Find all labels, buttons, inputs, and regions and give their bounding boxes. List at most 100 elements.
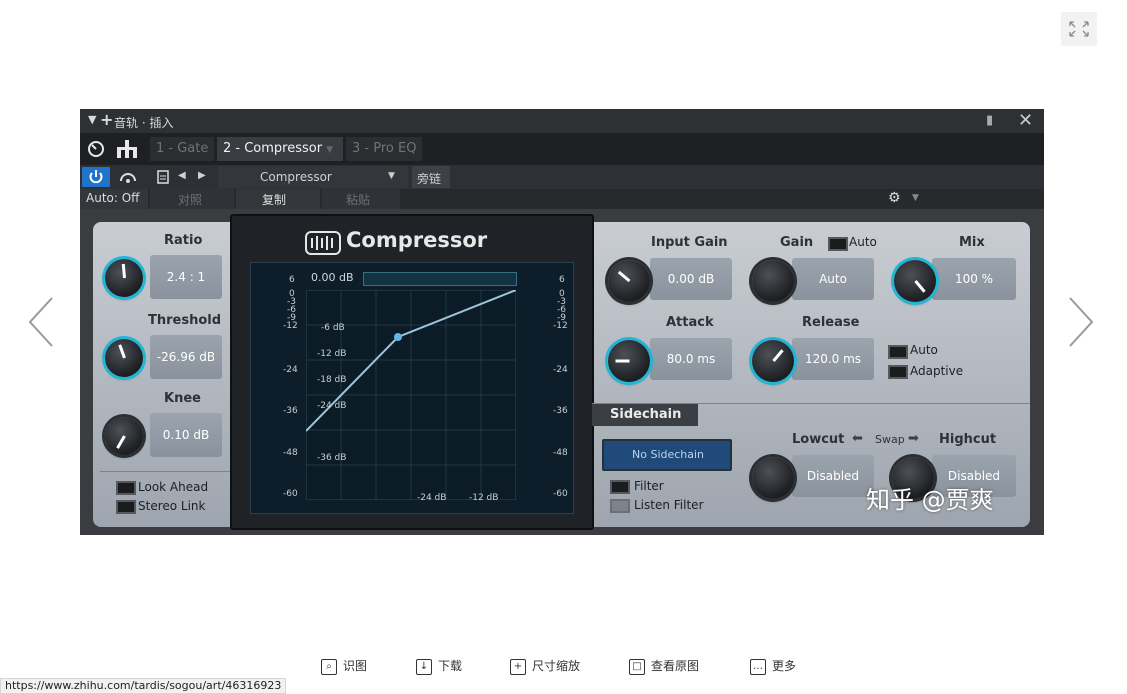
gain-auto-led[interactable] — [828, 237, 848, 251]
listen-filter-label: Listen Filter — [634, 498, 704, 512]
knee-label: Knee — [164, 391, 201, 406]
tab-compressor-label: 2 - Compressor — [223, 141, 323, 156]
attack-value[interactable]: 80.0 ms — [650, 338, 732, 380]
sidechain-source-value: No Sidechain — [632, 448, 705, 461]
tab-pro-eq[interactable]: 3 - Pro EQ — [346, 137, 423, 161]
settings-dropdown-icon[interactable]: ▼ — [912, 193, 919, 203]
right-scale-label: 6 — [559, 275, 565, 285]
transfer-curve-screen: 0.00 dB 6 0 -3 -6 -9 -12 -24 -36 -48 -60… — [250, 262, 574, 514]
download-button[interactable]: ↓ 下载 — [416, 657, 462, 675]
input-gain-label: Input Gain — [651, 235, 728, 250]
release-value[interactable]: 120.0 ms — [792, 338, 874, 380]
settings-gear-icon[interactable]: ⚙ — [888, 190, 901, 206]
zoom-button[interactable]: + 尺寸缩放 — [510, 657, 580, 675]
graph-label: -36 dB — [317, 453, 347, 463]
mix-value[interactable]: 100 % — [932, 258, 1016, 300]
paste-label: 粘贴 — [346, 193, 371, 207]
output-level-value: 0.00 dB — [311, 271, 354, 284]
gain-value[interactable]: Auto — [792, 258, 874, 300]
copy-button[interactable]: 复制 — [236, 189, 320, 209]
graph-label: -12 dB — [317, 349, 347, 359]
gain-label: Gain — [780, 235, 814, 250]
threshold-value[interactable]: -26.96 dB — [150, 335, 222, 379]
filter-led[interactable] — [610, 480, 630, 494]
prev-image-button[interactable] — [22, 292, 58, 352]
copy-label: 复制 — [262, 193, 287, 207]
lowcut-value[interactable]: Disabled — [792, 455, 874, 497]
sidechain-source-button[interactable]: No Sidechain — [602, 439, 732, 471]
next-preset-icon[interactable]: ▶ — [198, 170, 206, 181]
right-scale-label: -60 — [553, 489, 568, 499]
chevron-right-icon — [1069, 297, 1094, 347]
threshold-knob[interactable] — [105, 339, 143, 377]
mix-label: Mix — [959, 235, 985, 250]
auto-mode-button[interactable]: Auto: Off — [80, 189, 148, 209]
knee-knob[interactable] — [105, 417, 143, 455]
ratio-value[interactable]: 2.4 : 1 — [150, 255, 222, 299]
graph-label: -24 dB — [417, 493, 447, 503]
tab-gate[interactable]: 1 - Gate — [150, 137, 215, 161]
adaptive-led[interactable] — [888, 365, 908, 379]
view-original-label: 查看原图 — [651, 659, 700, 673]
view-original-button[interactable]: □ 查看原图 — [629, 657, 699, 675]
release-knob[interactable] — [752, 340, 794, 382]
release-auto-led[interactable] — [888, 345, 908, 359]
swap-button[interactable]: Swap — [875, 433, 905, 446]
preset-dropdown-icon: ▼ — [388, 171, 395, 181]
plugin-title-bar: ▼ + 音轨 · 插入 ▮ ✕ — [80, 109, 1044, 133]
automation-bar: Auto: Off 对照 复制 粘贴 ⚙ ▼ — [80, 189, 1044, 209]
mix-knob[interactable] — [894, 260, 936, 302]
power-icon — [89, 170, 103, 184]
zoom-icon: + — [510, 658, 526, 675]
bypass-icon[interactable] — [118, 169, 138, 185]
image-search-button[interactable]: ⌕ 识图 — [321, 657, 367, 675]
paste-button[interactable]: 粘贴 — [322, 189, 400, 209]
chevron-left-icon — [28, 297, 53, 347]
close-icon[interactable]: ✕ — [1018, 110, 1033, 131]
download-icon: ↓ — [416, 658, 432, 675]
tab-compressor[interactable]: 2 - Compressor ▼ — [217, 137, 343, 161]
stereo-link-led[interactable] — [116, 500, 136, 514]
gain-knob[interactable] — [752, 260, 794, 302]
clock-icon[interactable] — [86, 139, 106, 159]
fullscreen-button[interactable] — [1061, 12, 1097, 46]
release-auto-label: Auto — [910, 343, 938, 357]
power-button[interactable] — [82, 167, 110, 187]
listen-filter-led[interactable] — [610, 499, 630, 513]
left-scale-label: -60 — [283, 489, 298, 499]
watermark: 知乎 @贾爽 — [866, 486, 994, 514]
output-meter: 0.00 dB — [307, 271, 517, 286]
preset-selector[interactable]: Compressor ▼ — [218, 166, 408, 188]
attack-knob[interactable] — [608, 340, 650, 382]
ratio-knob[interactable] — [105, 259, 143, 297]
pin-icon[interactable]: ▮ — [986, 113, 993, 128]
sidechain-label: Sidechain — [610, 407, 682, 422]
right-scale-label: -36 — [553, 406, 568, 416]
knee-value[interactable]: 0.10 dB — [150, 413, 222, 457]
highcut-label: Highcut — [939, 432, 997, 447]
auto-status: Auto: Off — [86, 191, 140, 205]
lowcut-knob[interactable] — [752, 457, 794, 499]
compare-button[interactable]: 对照 — [150, 189, 234, 209]
compare-label: 对照 — [178, 193, 203, 207]
collapse-arrow-icon[interactable]: ▼ — [88, 113, 96, 126]
sidechain-toggle-button[interactable]: 旁链 — [412, 166, 450, 188]
next-image-button[interactable] — [1064, 292, 1100, 352]
look-ahead-led[interactable] — [116, 481, 136, 495]
add-icon[interactable]: + — [100, 110, 113, 129]
more-label: 更多 — [772, 659, 797, 673]
output-level-bar — [363, 272, 517, 286]
input-gain-value[interactable]: 0.00 dB — [650, 258, 732, 300]
graph-label: -6 dB — [321, 323, 345, 333]
swap-right-arrow-icon: ➡ — [908, 431, 919, 446]
plugin-tab-bar: 1 - Gate 2 - Compressor ▼ 3 - Pro EQ — [80, 133, 1044, 165]
ratio-label: Ratio — [164, 233, 203, 248]
preset-file-icon[interactable] — [156, 169, 170, 185]
lowcut-label: Lowcut — [792, 432, 845, 447]
left-scale-label: -12 — [283, 321, 298, 331]
routing-icon[interactable] — [114, 138, 140, 160]
prev-preset-icon[interactable]: ◀ — [178, 170, 186, 181]
input-gain-knob[interactable] — [608, 260, 650, 302]
zoom-label: 尺寸缩放 — [532, 659, 581, 673]
more-button[interactable]: … 更多 — [750, 657, 796, 675]
